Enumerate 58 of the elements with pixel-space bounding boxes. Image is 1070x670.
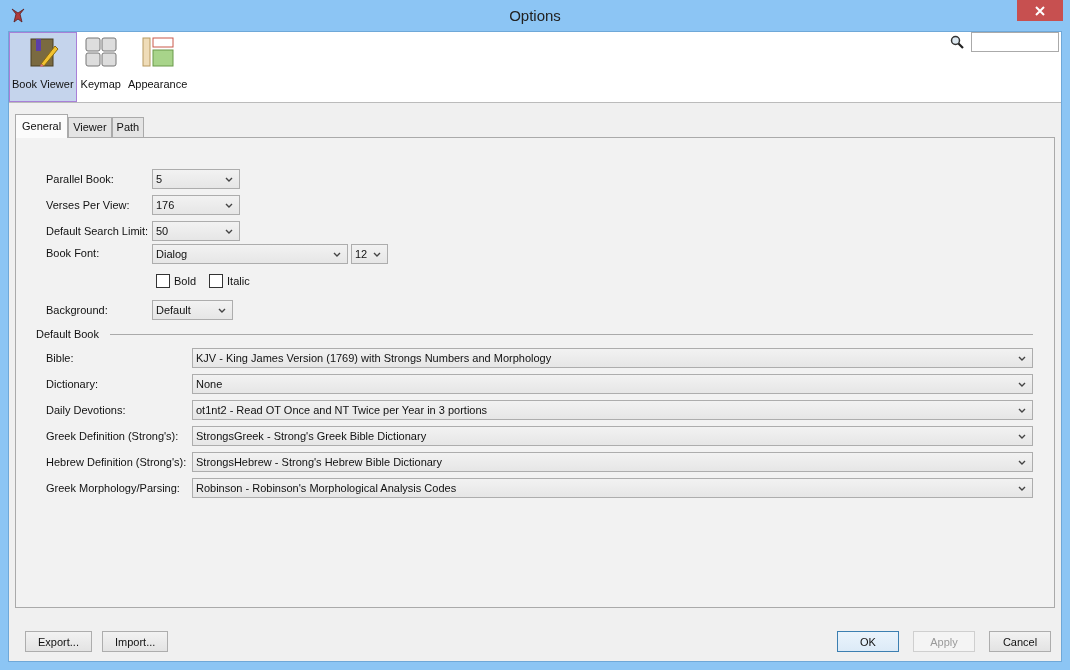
keyboard-keys-icon xyxy=(84,36,117,68)
app-logo-icon xyxy=(11,7,25,24)
checkbox[interactable] xyxy=(156,274,170,288)
dialog-button[interactable]: Import... xyxy=(101,631,169,652)
chevron-icon xyxy=(1018,381,1026,387)
search-icon xyxy=(950,35,964,49)
field-label: Parallel Book: xyxy=(46,173,115,185)
field-label: Dictionary: xyxy=(46,378,99,390)
chevron-icon xyxy=(1018,407,1026,413)
dialog-button[interactable]: Cancel xyxy=(989,631,1051,652)
dropdown[interactable]: 176 xyxy=(152,195,240,215)
dialog-button[interactable]: OK xyxy=(837,631,899,652)
dialog-button[interactable]: Export... xyxy=(25,631,92,652)
chevron-icon xyxy=(1018,485,1026,491)
close-icon xyxy=(1034,4,1046,17)
chevron-icon xyxy=(225,202,233,208)
field-label: Bible: xyxy=(46,352,75,364)
dropdown[interactable]: Robinson - Robinson's Morphological Analysis Codes xyxy=(192,478,1033,498)
category-button[interactable]: Book Viewer xyxy=(9,32,77,102)
tab[interactable]: Viewer xyxy=(68,117,112,137)
close-button[interactable] xyxy=(1017,0,1063,21)
field-label: Default Search Limit: xyxy=(46,225,150,237)
chevron-icon xyxy=(373,251,381,257)
font-size-dropdown[interactable]: 12 xyxy=(351,244,388,264)
chevron-icon xyxy=(1018,433,1026,439)
dropdown[interactable]: None xyxy=(192,374,1033,394)
category-button[interactable]: Appearance xyxy=(124,32,191,102)
dropdown[interactable]: ot1nt2 - Read OT Once and NT Twice per Year in 3 portions xyxy=(192,400,1033,420)
checkbox[interactable] xyxy=(209,274,224,288)
checkbox-label: Bold xyxy=(174,275,197,287)
dropdown[interactable]: StrongsHebrew - Strong's Hebrew Bible Dictionary xyxy=(192,452,1033,472)
layout-panels-icon xyxy=(141,36,174,68)
field-label: Background: xyxy=(46,304,109,316)
dropdown[interactable]: 50 xyxy=(152,221,240,241)
dropdown[interactable]: Default xyxy=(152,300,233,320)
field-label: Verses Per View: xyxy=(46,199,131,211)
chevron-icon xyxy=(1018,355,1026,361)
field-label: Greek Morphology/Parsing: xyxy=(46,482,181,494)
chevron-icon xyxy=(1018,459,1026,465)
field-label: Greek Definition (Strong's): xyxy=(46,430,180,442)
dropdown[interactable]: 5 xyxy=(152,169,240,189)
window-title: Options xyxy=(508,7,562,24)
section-heading: Default Book xyxy=(36,328,99,340)
checkbox-label: Italic xyxy=(227,275,250,287)
tab[interactable]: Path xyxy=(111,117,145,137)
search-field[interactable] xyxy=(971,32,1059,52)
category-button[interactable]: Keymap xyxy=(77,32,124,102)
font-dropdown[interactable]: Dialog xyxy=(152,244,348,264)
chevron-icon xyxy=(225,228,233,234)
chevron-icon xyxy=(225,176,233,182)
chevron-icon xyxy=(333,251,341,257)
dropdown[interactable]: StrongsGreek - Strong's Greek Bible Dictionary xyxy=(192,426,1033,446)
field-label: Daily Devotions: xyxy=(46,404,127,416)
field-label: Book Font: xyxy=(46,247,101,259)
field-label: Hebrew Definition (Strong's): xyxy=(46,456,188,468)
chevron-icon xyxy=(218,307,226,313)
tab[interactable]: General xyxy=(15,114,69,138)
dropdown[interactable]: KJV - King James Version (1769) with Strongs Numbers and Morphology xyxy=(192,348,1033,368)
